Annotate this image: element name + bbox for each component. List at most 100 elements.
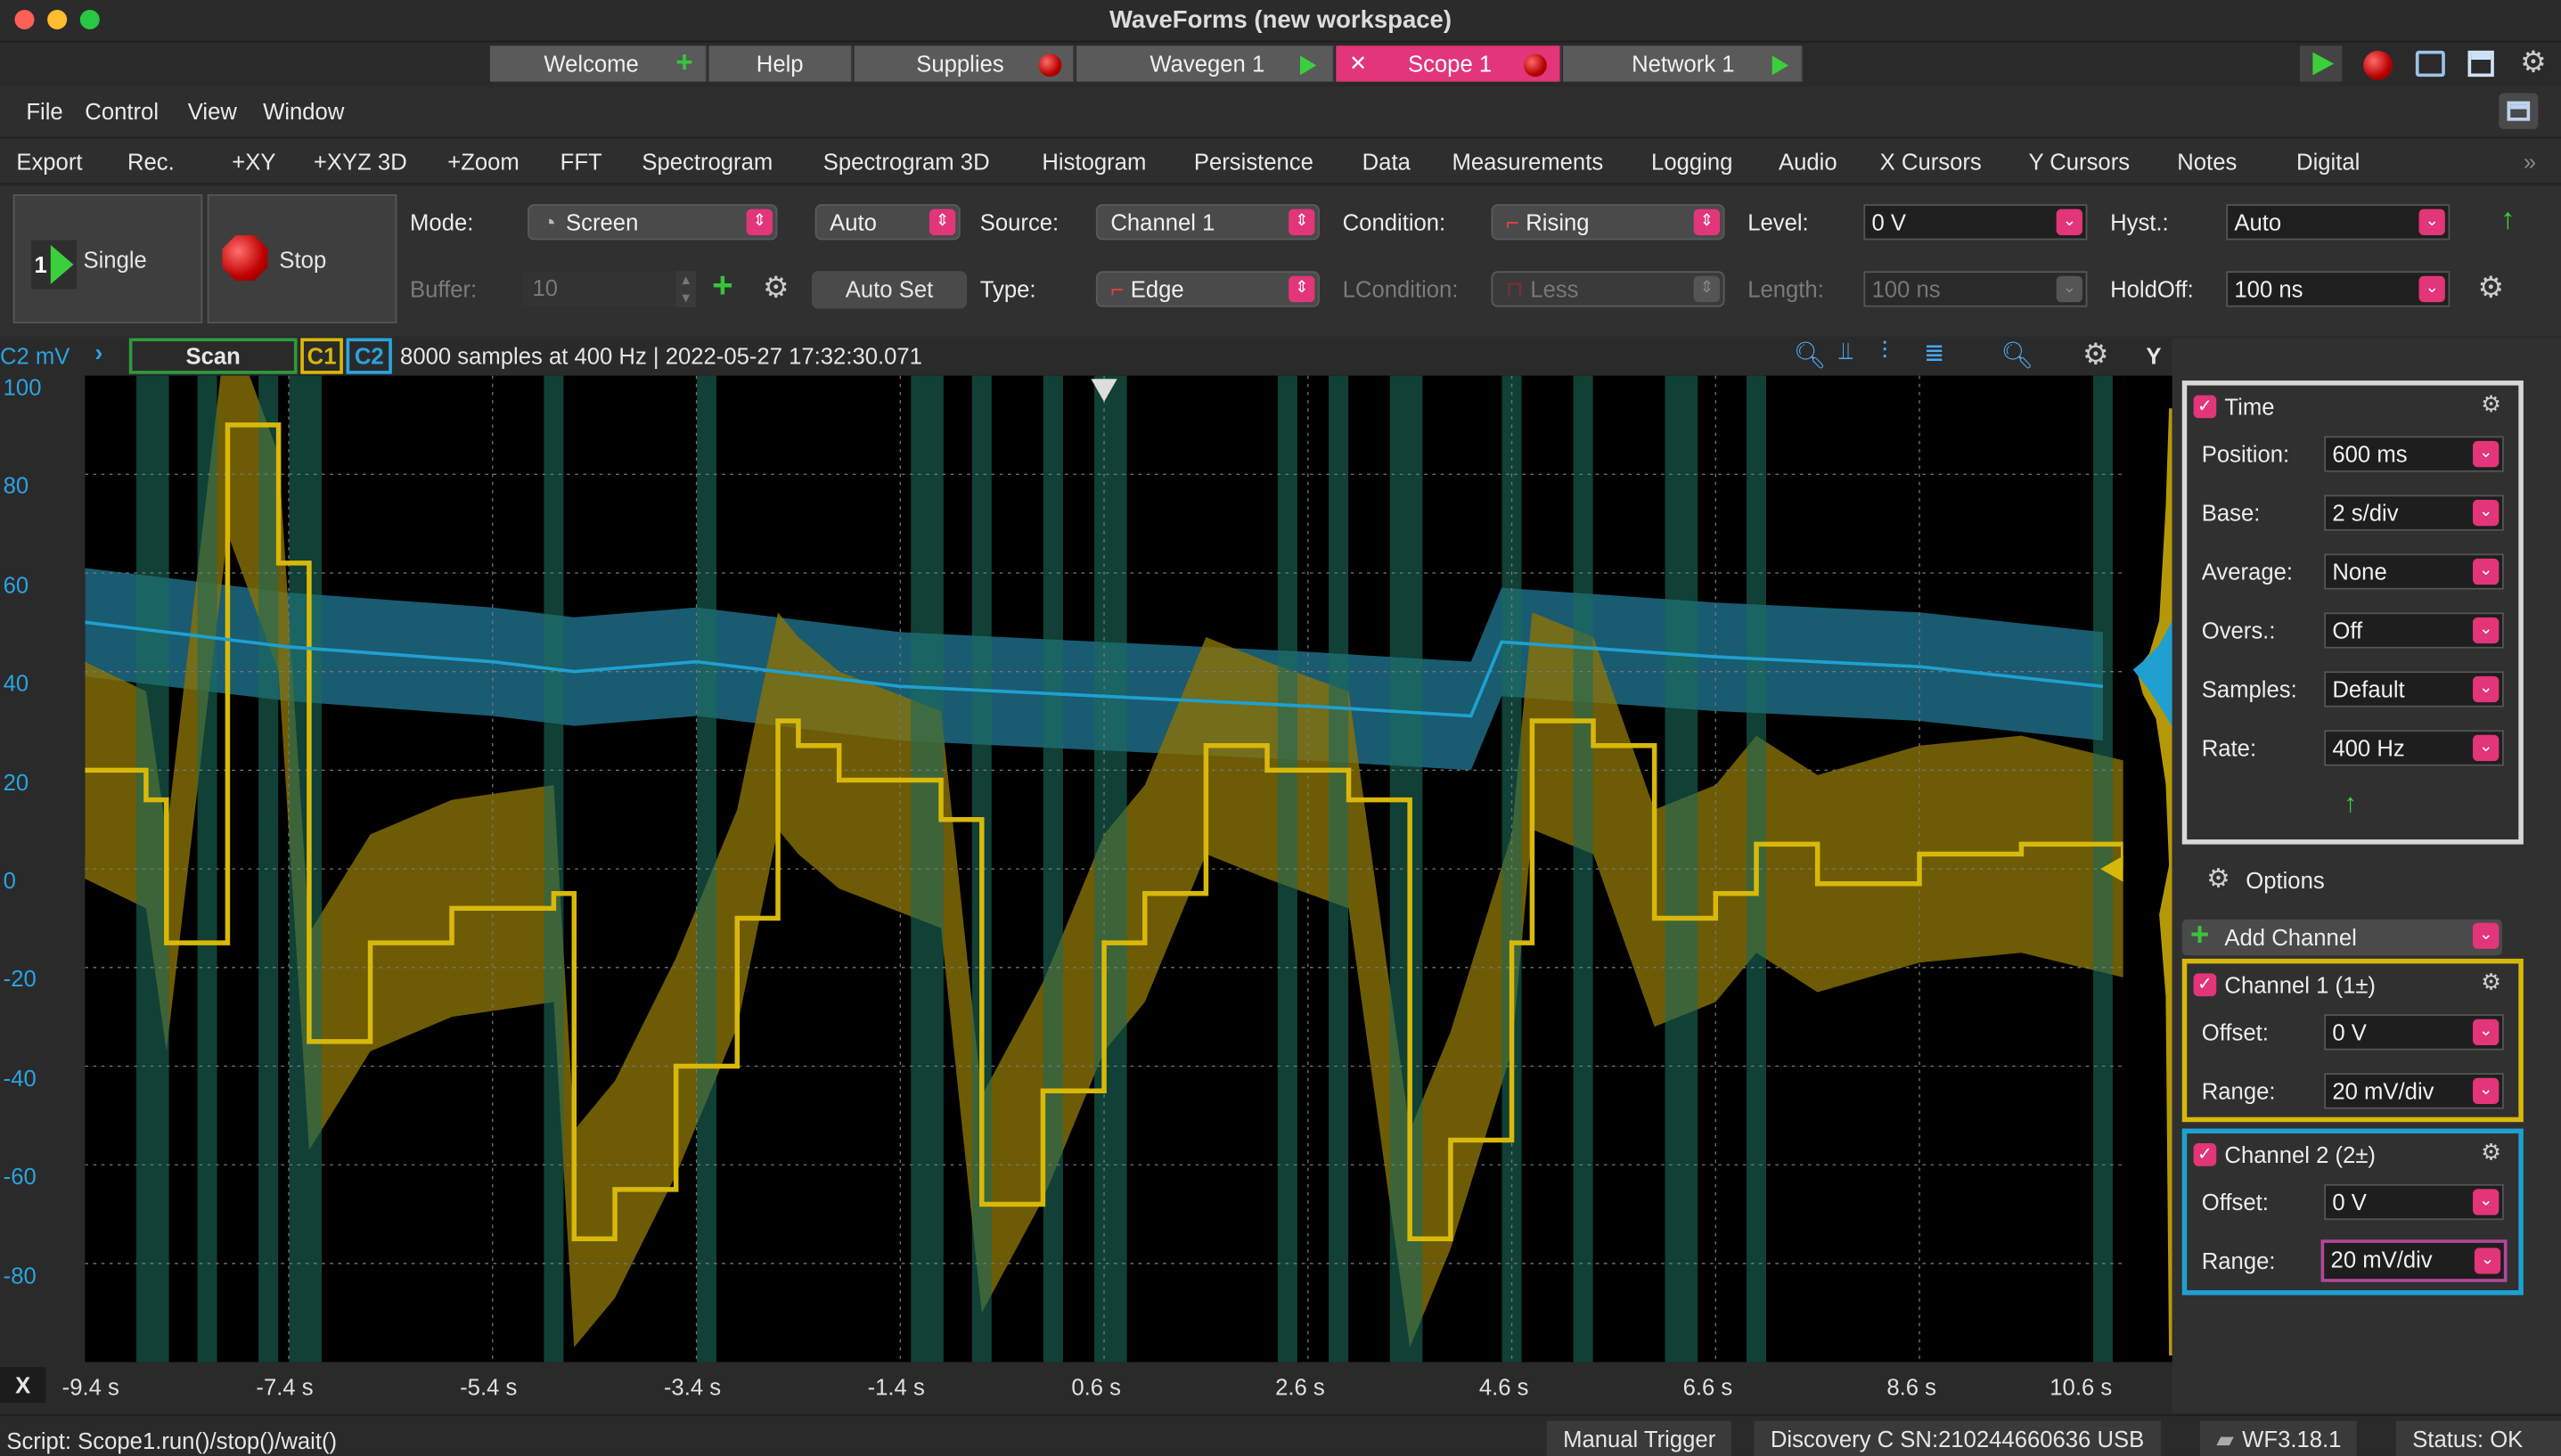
tool-digital[interactable]: Digital bbox=[2296, 149, 2360, 175]
tab-welcome[interactable]: Welcome + bbox=[489, 45, 708, 82]
windows-icon[interactable] bbox=[2415, 50, 2445, 78]
chevron-down-icon[interactable]: ⌄ bbox=[2473, 440, 2500, 468]
ch1-range-field[interactable]: 20 mV/div ⌄ bbox=[2324, 1073, 2504, 1109]
tool-fft[interactable]: FFT bbox=[560, 149, 602, 175]
gear-icon[interactable]: ⚙ bbox=[2481, 390, 2501, 418]
chevron-down-icon[interactable]: ⌄ bbox=[2473, 558, 2500, 585]
y-unit-label[interactable]: C2 mV bbox=[0, 343, 70, 369]
tool-notes[interactable]: Notes bbox=[2177, 149, 2237, 175]
zoom-out-icon[interactable]: 🔍︎ bbox=[2001, 339, 2033, 372]
c2-badge[interactable]: C2 bbox=[346, 338, 392, 374]
chevron-down-icon[interactable]: ⌄ bbox=[2473, 1189, 2500, 1215]
c1-badge[interactable]: C1 bbox=[300, 338, 343, 374]
channel1-checkbox[interactable]: ✓ bbox=[2193, 973, 2217, 997]
type-select[interactable]: ⌐ Edge ⇕ bbox=[1095, 271, 1320, 307]
auto-set-button[interactable]: Auto Set bbox=[811, 271, 968, 309]
tool-spectrogram[interactable]: Spectrogram bbox=[642, 149, 773, 175]
play-icon[interactable] bbox=[1771, 55, 1789, 76]
chevron-down-icon[interactable]: ⌄ bbox=[2418, 209, 2445, 235]
gear-icon[interactable]: ⚙ bbox=[2481, 1139, 2501, 1166]
zoom-fit-icon[interactable]: ⫶ bbox=[1882, 338, 1888, 365]
zoom-bottom-icon[interactable]: ⫫ bbox=[1839, 338, 1853, 365]
average-field[interactable]: None ⌄ bbox=[2324, 553, 2504, 590]
add-channel-select[interactable]: + Add Channel ⌄ bbox=[2181, 920, 2503, 956]
chevron-right-icon[interactable]: › bbox=[94, 339, 102, 367]
single-button[interactable]: 1 Single bbox=[12, 194, 203, 323]
tab-network[interactable]: Network 1 bbox=[1563, 45, 1804, 82]
chevron-down-icon[interactable]: ⌄ bbox=[2474, 1247, 2501, 1274]
play-icon[interactable] bbox=[1299, 55, 1317, 76]
tool-measurements[interactable]: Measurements bbox=[1452, 149, 1603, 175]
ch1-offset-field[interactable]: 0 V ⌄ bbox=[2324, 1014, 2504, 1051]
tool-histogram[interactable]: Histogram bbox=[1042, 149, 1146, 175]
chevron-down-icon[interactable]: ⌄ bbox=[2473, 1077, 2500, 1105]
mode-select[interactable]: ◔ Screen ⇕ bbox=[528, 204, 778, 241]
source-select[interactable]: Channel 1 ⇕ bbox=[1095, 204, 1320, 241]
record-icon[interactable] bbox=[1038, 53, 1062, 78]
chevron-down-icon[interactable]: ⌄ bbox=[2473, 1018, 2500, 1046]
channel2-checkbox[interactable]: ✓ bbox=[2193, 1143, 2217, 1166]
menu-view[interactable]: View bbox=[188, 98, 237, 124]
tool-export[interactable]: Export bbox=[16, 149, 82, 175]
position-field[interactable]: 600 ms ⌄ bbox=[2324, 436, 2504, 472]
chevron-down-icon[interactable]: ⌄ bbox=[2056, 275, 2082, 303]
scan-badge[interactable]: Scan bbox=[128, 338, 298, 374]
close-tab-icon[interactable]: ✕ bbox=[1349, 45, 1367, 81]
settings-gear-icon[interactable]: ⚙ bbox=[2520, 45, 2547, 79]
condition-select[interactable]: ⌐ Rising ⇕ bbox=[1491, 204, 1725, 241]
tab-wavegen[interactable]: Wavegen 1 bbox=[1076, 45, 1335, 82]
tool-logging[interactable]: Logging bbox=[1651, 149, 1732, 175]
layout-icon[interactable] bbox=[2467, 50, 2494, 78]
options-label[interactable]: Options bbox=[2246, 867, 2324, 893]
gear-icon[interactable]: ⚙ bbox=[763, 271, 790, 305]
tool-rec[interactable]: Rec. bbox=[127, 149, 175, 175]
time-checkbox[interactable]: ✓ bbox=[2193, 395, 2217, 419]
rate-field[interactable]: 400 Hz ⌄ bbox=[2324, 730, 2504, 766]
menu-window[interactable]: Window bbox=[263, 98, 344, 124]
run-all-button[interactable] bbox=[2299, 45, 2343, 82]
zoom-in-icon[interactable]: 🔍︎ bbox=[1794, 339, 1827, 372]
base-field[interactable]: 2 s/div ⌄ bbox=[2324, 495, 2504, 531]
samples-field[interactable]: Default ⌄ bbox=[2324, 671, 2504, 708]
scope-plot[interactable] bbox=[85, 316, 2126, 1362]
chevron-down-icon[interactable]: ⌄ bbox=[2418, 275, 2445, 303]
chevron-down-icon[interactable]: ⌄ bbox=[2473, 675, 2500, 703]
overs-field[interactable]: Off ⌄ bbox=[2324, 612, 2504, 649]
tool-spectrogram3d[interactable]: Spectrogram 3D bbox=[823, 149, 990, 175]
menu-control[interactable]: Control bbox=[85, 98, 159, 124]
more-chevron-icon[interactable]: » bbox=[2524, 149, 2536, 175]
buffer-stepper[interactable]: ▲ ▼ bbox=[675, 271, 696, 307]
tool-zoom[interactable]: +Zoom bbox=[447, 149, 520, 175]
tool-x-cursors[interactable]: X Cursors bbox=[1880, 149, 1982, 175]
ch2-range-field[interactable]: 20 mV/div ⌄ bbox=[2320, 1239, 2508, 1282]
tool-audio[interactable]: Audio bbox=[1779, 149, 1837, 175]
record-icon[interactable] bbox=[1524, 53, 1547, 78]
auto-select[interactable]: Auto ⇕ bbox=[814, 204, 961, 241]
chevron-down-icon[interactable]: ⌄ bbox=[2473, 499, 2500, 527]
level-field[interactable]: 0 V ⌄ bbox=[1863, 204, 2088, 241]
plus-icon[interactable]: + bbox=[673, 47, 696, 77]
lcondition-select[interactable]: ⊓ Less ⇕ bbox=[1491, 271, 1725, 307]
tool-y-cursors[interactable]: Y Cursors bbox=[2028, 149, 2130, 175]
tool-persistence[interactable]: Persistence bbox=[1194, 149, 1313, 175]
buffer-field[interactable]: 10 bbox=[522, 271, 676, 307]
x-axis-button[interactable]: X bbox=[0, 1367, 46, 1403]
arrow-up-icon[interactable]: ↑ bbox=[2500, 202, 2515, 236]
device-status[interactable]: Discovery C SN:210244660636 USB bbox=[1754, 1420, 2161, 1456]
chevron-down-icon[interactable]: ⌄ bbox=[2056, 209, 2082, 235]
zoom-range-icon[interactable]: ≣ bbox=[1924, 338, 1944, 367]
add-icon[interactable]: + bbox=[712, 267, 733, 303]
tab-help[interactable]: Help bbox=[708, 45, 853, 82]
hyst-field[interactable]: Auto ⌄ bbox=[2226, 204, 2451, 241]
tab-supplies[interactable]: Supplies bbox=[854, 45, 1076, 82]
arrow-up-icon[interactable]: ↑ bbox=[2344, 790, 2357, 820]
holdoff-field[interactable]: 100 ns ⌄ bbox=[2226, 271, 2451, 307]
ch2-offset-field[interactable]: 0 V ⌄ bbox=[2324, 1183, 2504, 1221]
version-status[interactable]: ▰ WF3.18.1 bbox=[2199, 1420, 2358, 1456]
stop-button[interactable]: Stop bbox=[207, 194, 397, 323]
chevron-down-icon[interactable]: ⌄ bbox=[2473, 734, 2500, 762]
gear-icon[interactable]: ⚙ bbox=[2481, 969, 2501, 996]
manual-trigger-button[interactable]: Manual Trigger bbox=[1546, 1420, 1732, 1456]
stop-all-button[interactable] bbox=[2363, 50, 2393, 80]
plot-gear-icon[interactable]: ⚙ bbox=[2082, 338, 2109, 372]
